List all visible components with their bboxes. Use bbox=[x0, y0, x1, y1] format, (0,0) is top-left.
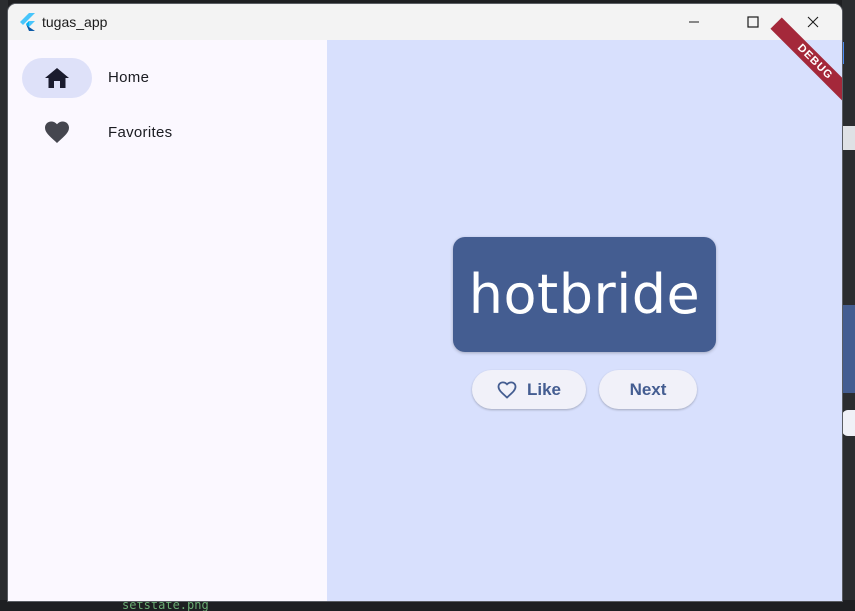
flutter-logo-icon bbox=[20, 13, 35, 31]
like-button-label: Like bbox=[526, 379, 562, 399]
heart-outline-icon bbox=[497, 380, 517, 399]
navigation-rail: Home Favorites bbox=[8, 40, 327, 601]
minimize-icon bbox=[689, 21, 699, 23]
heart-icon bbox=[45, 121, 69, 143]
like-button[interactable]: Like bbox=[472, 370, 586, 409]
main-panel: hotbride Like Next DEBUG bbox=[327, 17, 842, 601]
maximize-icon bbox=[747, 16, 759, 28]
minimize-button[interactable] bbox=[665, 4, 723, 40]
background-window-fragment bbox=[842, 305, 855, 393]
app-content: Home Favorites hotbride Like Next DEBUG bbox=[8, 17, 842, 601]
close-icon bbox=[807, 16, 819, 28]
background-window-fragment bbox=[842, 42, 855, 64]
word-card: hotbride bbox=[453, 237, 716, 352]
nav-item-home[interactable]: Home bbox=[22, 58, 312, 98]
window-title: tugas_app bbox=[42, 14, 108, 30]
next-button-label: Next bbox=[629, 379, 667, 399]
background-window-fragment bbox=[842, 410, 855, 436]
nav-item-label: Favorites bbox=[108, 124, 173, 141]
maximize-button[interactable] bbox=[724, 4, 782, 40]
title-bar[interactable]: tugas_app bbox=[8, 4, 842, 40]
app-window: tugas_app Home Favorites hotbride Like N… bbox=[8, 4, 842, 601]
nav-item-favorites[interactable]: Favorites bbox=[22, 113, 312, 153]
word-pair-text: hotbride bbox=[468, 263, 701, 326]
background-window-fragment bbox=[842, 126, 855, 150]
nav-item-label: Home bbox=[108, 69, 150, 86]
home-icon bbox=[45, 68, 69, 88]
next-button[interactable]: Next bbox=[599, 370, 697, 409]
background-desktop-left bbox=[0, 0, 8, 611]
